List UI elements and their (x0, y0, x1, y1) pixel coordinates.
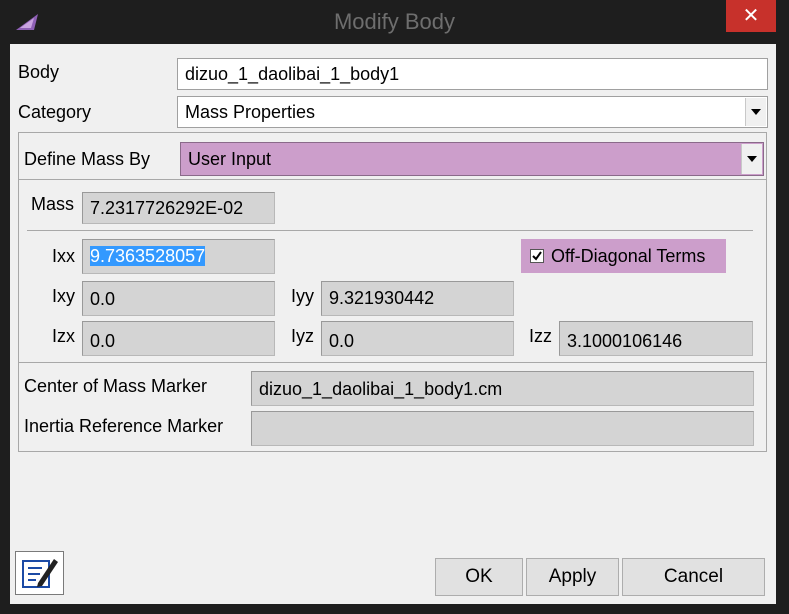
define-mass-dropdown-arrow[interactable] (741, 144, 762, 174)
inertia-ref-field[interactable] (251, 411, 754, 446)
off-diagonal-toggle[interactable]: Off-Diagonal Terms (521, 239, 726, 273)
mass-field[interactable]: 7.2317726292E-02 (82, 192, 275, 224)
izx-label: Izx (52, 326, 76, 346)
body-name-field[interactable]: dizuo_1_daolibai_1_body1 (177, 58, 768, 90)
cm-marker-label: Center of Mass Marker (24, 376, 208, 396)
izx-field[interactable]: 0.0 (82, 321, 275, 356)
izz-label: Izz (529, 326, 553, 346)
ixx-field[interactable]: 9.7363528057 (82, 239, 275, 274)
inertia-ref-label: Inertia Reference Marker (24, 416, 224, 436)
ixy-label: Ixy (52, 286, 76, 306)
iyz-field[interactable]: 0.0 (321, 321, 514, 356)
body-label: Body (18, 62, 60, 82)
chevron-down-icon (751, 109, 761, 115)
cancel-button[interactable]: Cancel (622, 558, 765, 596)
category-dropdown[interactable]: Mass Properties (177, 96, 768, 128)
iyy-field[interactable]: 9.321930442 (321, 281, 514, 316)
category-dropdown-arrow[interactable] (745, 98, 766, 126)
divider (19, 362, 766, 363)
category-value: Mass Properties (185, 102, 316, 122)
chevron-down-icon (747, 156, 757, 162)
ixx-selected-value: 9.7363528057 (90, 246, 206, 266)
notes-button[interactable] (15, 551, 64, 595)
ixy-field[interactable]: 0.0 (82, 281, 275, 316)
off-diagonal-label: Off-Diagonal Terms (551, 246, 706, 266)
title-bar: Modify Body ✕ (0, 0, 789, 44)
modify-body-window: Modify Body ✕ Body dizuo_1_daolibai_1_bo… (0, 0, 789, 614)
close-icon: ✕ (742, 5, 760, 27)
divider (27, 230, 753, 231)
define-mass-value: User Input (188, 149, 272, 169)
iyz-label: Iyz (291, 326, 315, 346)
define-mass-dropdown[interactable]: User Input (180, 142, 764, 176)
category-label: Category (18, 102, 92, 122)
divider (19, 179, 766, 180)
mass-properties-panel: Define Mass By User Input Mass 7.2317726… (18, 132, 767, 452)
window-title: Modify Body (333, 9, 456, 34)
define-mass-label: Define Mass By (24, 149, 151, 169)
cm-marker-field[interactable]: dizuo_1_daolibai_1_body1.cm (251, 371, 754, 406)
mass-label: Mass (31, 194, 75, 214)
iyy-label: Iyy (291, 286, 315, 306)
close-button[interactable]: ✕ (726, 0, 776, 32)
ixx-label: Ixx (52, 246, 76, 266)
ok-button[interactable]: OK (435, 558, 523, 596)
checkmark-icon (532, 251, 542, 261)
dialog-body: Body dizuo_1_daolibai_1_body1 Category M… (10, 44, 776, 604)
off-diagonal-checkbox[interactable] (530, 249, 544, 263)
apply-button[interactable]: Apply (526, 558, 619, 596)
notes-edit-icon (22, 559, 58, 588)
izz-field[interactable]: 3.1000106146 (559, 321, 753, 356)
